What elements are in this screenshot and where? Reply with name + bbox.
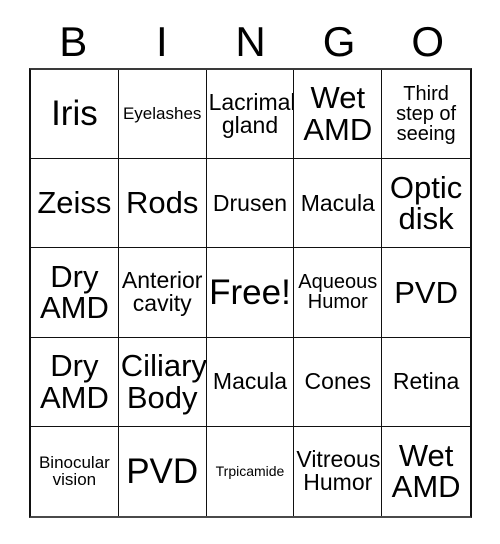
bingo-cell-label: Binocular vision <box>38 453 110 490</box>
bingo-cell-label: Anterior cavity <box>121 267 203 317</box>
bingo-cell-r4c1[interactable]: Dry AMD <box>31 337 119 427</box>
bingo-cell-label: Macula <box>300 189 375 216</box>
bingo-header-row: B I N G O <box>29 16 472 68</box>
bingo-header-letter-i: I <box>156 18 168 65</box>
bingo-cell-label: Third step of seeing <box>396 82 457 146</box>
bingo-cell-r4c4[interactable]: Cones <box>294 337 383 427</box>
bingo-cell-label: Wet AMD <box>391 437 461 505</box>
bingo-header-letter-o: O <box>411 18 444 65</box>
bingo-grid: Iris Eyelashes Lacrimal gland Wet AMD Th… <box>29 68 472 518</box>
bingo-cell-label: Trpicamide <box>215 463 285 480</box>
bingo-cell-label: Rods <box>126 185 199 221</box>
bingo-cell-label: Macula <box>212 367 288 394</box>
bingo-cell-label: PVD <box>394 274 458 310</box>
bingo-card: B I N G O Iris Eyelashes Lacrimal gland … <box>0 0 500 544</box>
bingo-cell-r5c1[interactable]: Binocular vision <box>31 426 119 516</box>
bingo-cell-r5c2[interactable]: PVD <box>118 426 207 516</box>
bingo-cell-label: Wet AMD <box>303 80 373 148</box>
bingo-cell-label: Zeiss <box>37 185 112 221</box>
bingo-cell-label: Dry AMD <box>39 348 109 415</box>
bingo-cell-free-space[interactable]: Free! <box>206 248 295 338</box>
bingo-cell-r1c2[interactable]: Eyelashes <box>118 70 207 160</box>
bingo-cell-r3c2[interactable]: Anterior cavity <box>118 248 207 338</box>
bingo-header-letter-n: N <box>235 18 266 65</box>
bingo-cell-r3c4[interactable]: Aqueous Humor <box>294 248 383 338</box>
bingo-header-letter-g: G <box>322 18 356 65</box>
bingo-cell-label: Retina <box>392 367 460 394</box>
bingo-cell-label: Eyelashes <box>122 104 202 124</box>
bingo-cell-r1c4[interactable]: Wet AMD <box>294 70 383 160</box>
bingo-cell-r5c5[interactable]: Wet AMD <box>382 426 470 516</box>
bingo-cell-r5c3[interactable]: Trpicamide <box>206 426 295 516</box>
bingo-cell-r1c3[interactable]: Lacrimal gland <box>206 70 295 160</box>
bingo-cell-r4c3[interactable]: Macula <box>206 337 295 427</box>
bingo-cell-r4c5[interactable]: Retina <box>382 337 470 427</box>
bingo-cell-label: Cones <box>304 367 372 394</box>
bingo-cell-r1c1[interactable]: Iris <box>31 70 119 160</box>
bingo-cell-label: Optic disk <box>389 169 463 237</box>
bingo-cell-r2c2[interactable]: Rods <box>118 159 207 249</box>
bingo-cell-r2c5[interactable]: Optic disk <box>382 159 470 249</box>
bingo-cell-label: PVD <box>126 451 199 491</box>
bingo-cell-label: Free! <box>209 272 291 312</box>
bingo-cell-r5c4[interactable]: Vitreous Humor <box>294 426 383 516</box>
bingo-cell-r2c4[interactable]: Macula <box>294 159 383 249</box>
bingo-cell-r2c1[interactable]: Zeiss <box>31 159 119 249</box>
bingo-cell-r4c2[interactable]: Ciliary Body <box>118 337 207 427</box>
bingo-cell-label: Drusen <box>212 189 288 216</box>
bingo-cell-label: Lacrimal gland <box>208 88 295 139</box>
bingo-cell-label: Iris <box>51 94 98 134</box>
bingo-header-letter-b: B <box>59 18 88 65</box>
bingo-cell-label: Vitreous Humor <box>296 445 381 496</box>
bingo-cell-label: Aqueous Humor <box>298 271 378 314</box>
bingo-cell-label: Dry AMD <box>39 258 109 326</box>
bingo-cell-r1c5[interactable]: Third step of seeing <box>382 70 470 160</box>
bingo-cell-r2c3[interactable]: Drusen <box>206 159 295 249</box>
bingo-cell-r3c5[interactable]: PVD <box>382 248 470 338</box>
bingo-cell-label: Ciliary Body <box>120 348 207 415</box>
bingo-cell-r3c1[interactable]: Dry AMD <box>31 248 119 338</box>
